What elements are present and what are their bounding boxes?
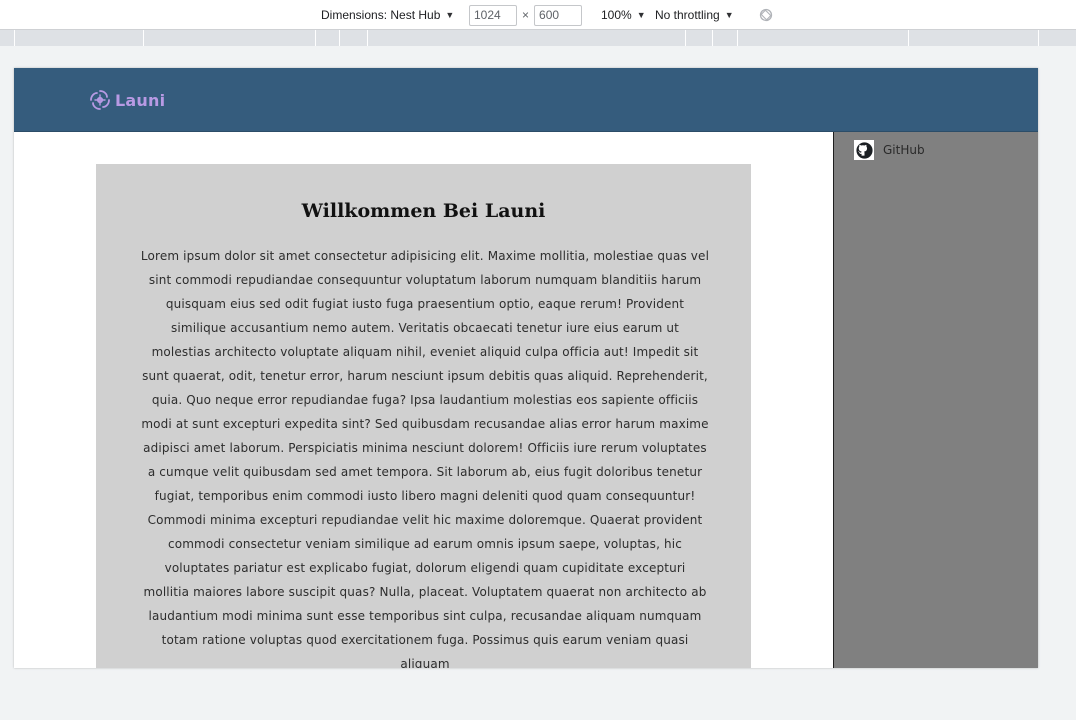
width-input[interactable]: 1024 <box>469 4 517 26</box>
logo-icon <box>90 90 110 110</box>
site-logo[interactable]: Launi <box>88 87 165 113</box>
zoom-select[interactable]: 100% ▼ <box>601 0 646 30</box>
dimension-inputs: 1024 × 600 <box>469 0 583 30</box>
chevron-down-icon: ▼ <box>724 10 734 20</box>
throttling-label: No throttling <box>655 8 720 22</box>
ruler-tick <box>712 30 713 46</box>
device-select[interactable]: Dimensions: Nest Hub ▼ <box>321 0 454 30</box>
ruler-tick <box>339 30 340 46</box>
chevron-down-icon: ▼ <box>445 10 455 20</box>
ruler-tick <box>14 30 15 46</box>
github-link[interactable]: GitHub <box>854 140 925 160</box>
device-viewport: Launi Willkommen Bei Launi Lorem ipsum d… <box>14 68 1038 668</box>
device-toolbar: Dimensions: Nest Hub ▼ 1024 × 600 100% ▼… <box>0 0 1076 30</box>
ruler-tick <box>367 30 368 46</box>
rotate-icon <box>759 8 773 22</box>
times-sign: × <box>522 8 530 22</box>
main-content: Willkommen Bei Launi Lorem ipsum dolor s… <box>14 132 833 668</box>
ruler-tick <box>908 30 909 46</box>
ruler-tick <box>315 30 316 46</box>
github-icon <box>854 140 874 160</box>
ruler-tick <box>685 30 686 46</box>
intro-paragraph: Lorem ipsum dolor sit amet consectetur a… <box>140 249 710 668</box>
height-input[interactable]: 600 <box>534 4 583 26</box>
welcome-card: Willkommen Bei Launi Lorem ipsum dolor s… <box>96 164 751 668</box>
ruler-tick <box>143 30 144 46</box>
logo-text: Launi <box>115 90 166 110</box>
github-label: GitHub <box>883 143 925 157</box>
zoom-label: 100% <box>601 8 632 22</box>
site-header: Launi <box>14 68 1038 132</box>
page-title: Willkommen Bei Launi <box>301 200 546 222</box>
rotate-button[interactable] <box>759 0 773 30</box>
throttling-select[interactable]: No throttling ▼ <box>655 0 734 30</box>
chevron-down-icon: ▼ <box>636 10 646 20</box>
media-query-ruler[interactable] <box>0 30 1076 46</box>
ruler-tick <box>737 30 738 46</box>
ruler-tick <box>1038 30 1039 46</box>
device-select-label: Dimensions: Nest Hub <box>321 8 441 22</box>
sidebar: GitHub <box>833 132 1038 668</box>
